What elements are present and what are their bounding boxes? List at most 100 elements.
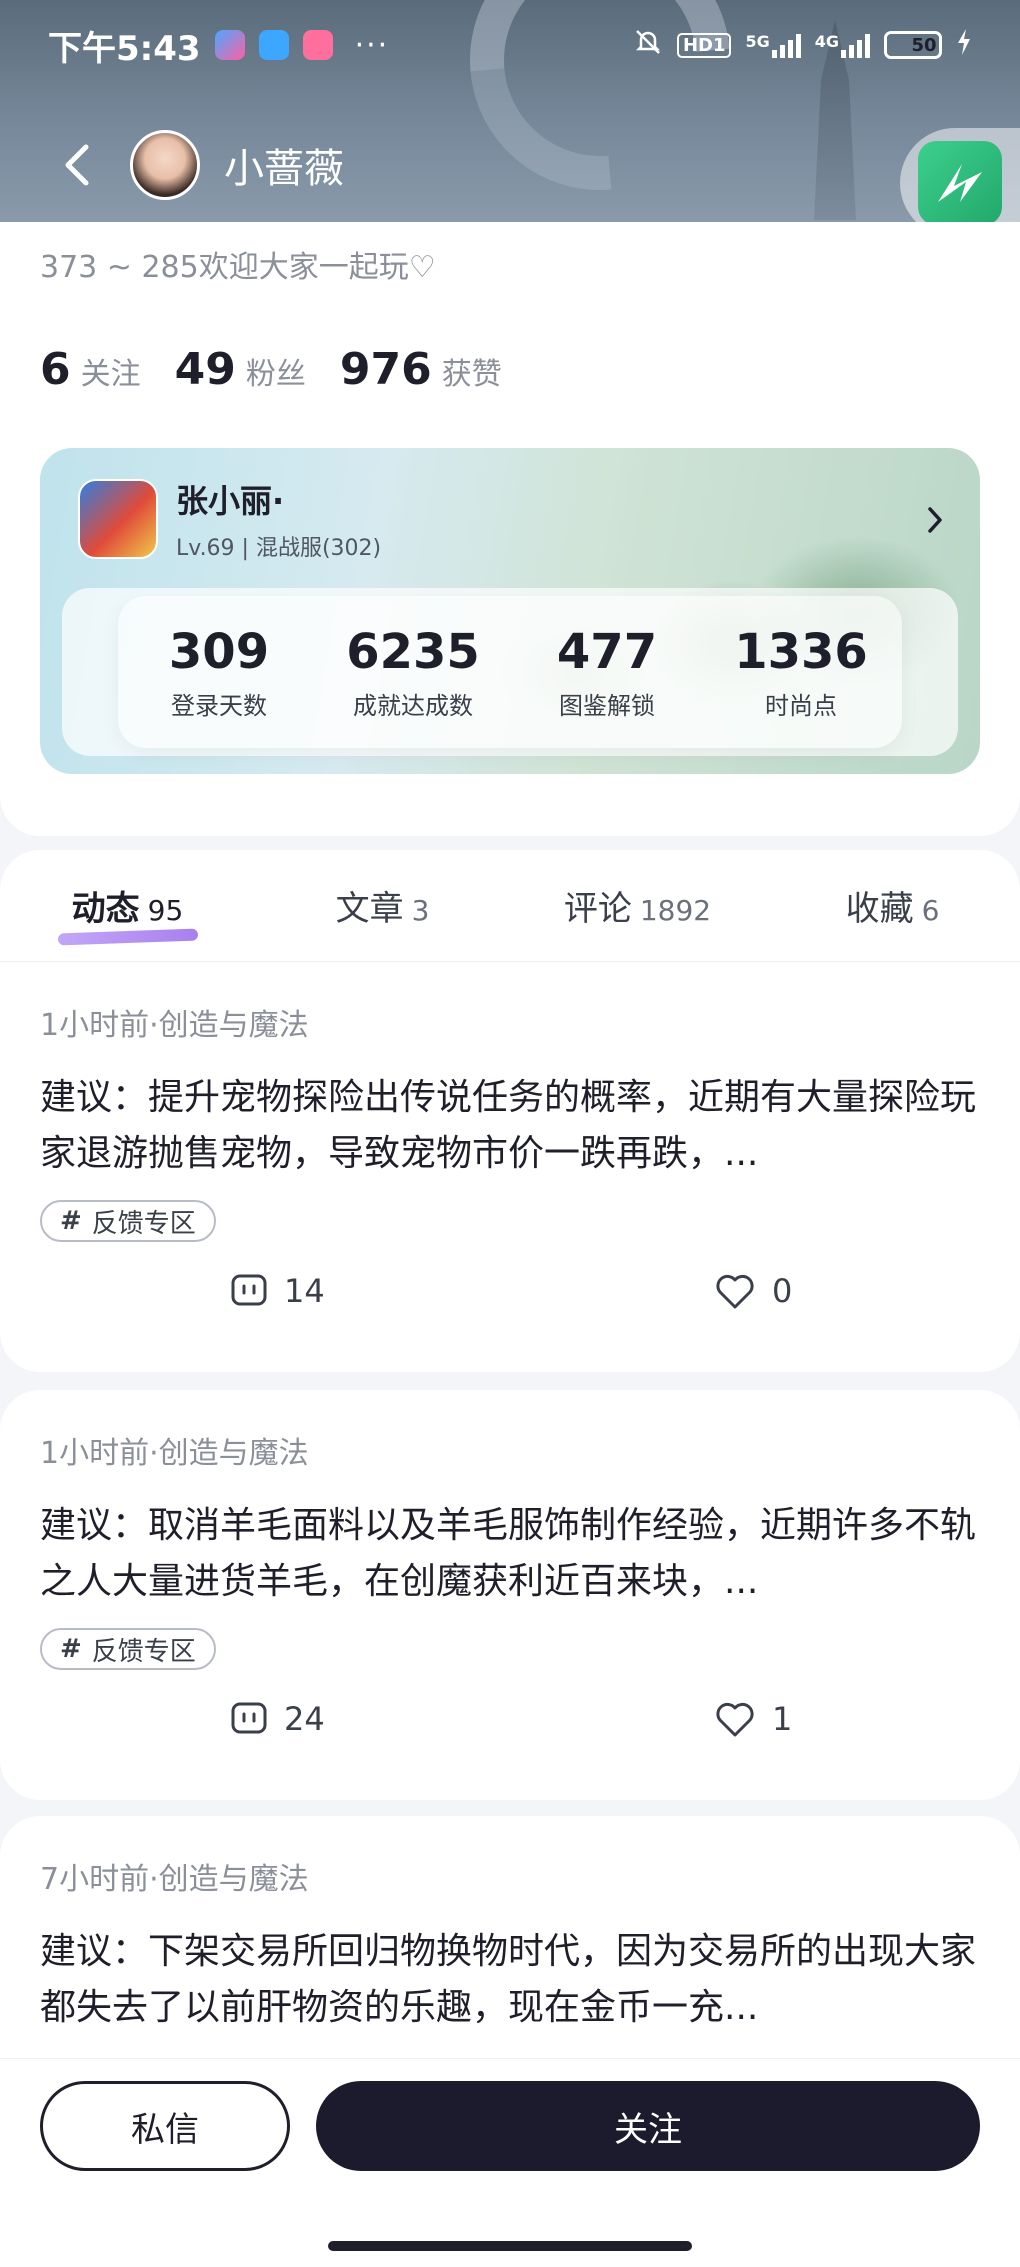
comment-icon [231,1274,267,1306]
hashtag-icon: # [60,1634,82,1664]
post-meta: 1小时前·创造与魔法 [40,1008,309,1043]
hd-badge: HD1 [676,32,732,58]
tab-count: 1892 [639,894,712,927]
game-stats-panel: 309 登录天数 6235 成就达成数 477 图鉴解锁 1336 时尚点 [62,588,958,756]
likes-count: 976 [339,344,432,395]
floating-shortcut-button[interactable] [900,128,1020,222]
back-button[interactable] [52,140,102,190]
game-stat-value: 1336 [734,623,868,680]
tab-count: 3 [411,894,430,927]
game-stat-login-days: 309 登录天数 [122,624,316,721]
post-text[interactable]: 建议：下架交易所回归物换物时代，因为交易所的出现大家都失去了以前肝物资的乐趣，现… [40,1924,980,2036]
more-notifications-icon: ··· [354,27,390,63]
username: 小蔷薇 [224,146,344,192]
battery-icon: 50 [884,31,942,59]
chevron-right-icon [926,506,944,538]
tab-comments[interactable]: 评论 1892 [510,881,765,930]
post-card[interactable]: 1小时前·创造与魔法 建议：取消羊毛面料以及羊毛服饰制作经验，近期许多不轨之人大… [0,1390,1020,1800]
game-stat-value: 477 [556,623,658,680]
network-label: 5G [745,32,770,51]
status-time: 下午5:43 [48,28,201,69]
comment-count: 14 [284,1272,325,1310]
signal-icon [841,32,870,58]
comment-button[interactable]: 24 [230,1700,325,1738]
app-notification-icon [302,30,333,60]
follow-button[interactable]: 关注 [316,2081,980,2171]
profile-nav: 小蔷薇 [0,122,1020,208]
post-actions: 24 1 [0,1700,1020,1760]
chevron-left-icon [65,144,89,186]
post-tag[interactable]: # 反馈专区 [40,1628,216,1670]
post-text[interactable]: 建议：提升宠物探险出传说任务的概率，近期有大量探险玩家退游抛售宠物，导致宠物市价… [40,1070,980,1182]
tab-count: 95 [147,894,184,927]
post-tag-label: 反馈专区 [91,1208,196,1239]
profile-bio: 373 ~ 285欢迎大家一起玩♡ [40,250,436,285]
heart-icon [716,1702,754,1737]
game-stat-label: 图鉴解锁 [559,691,655,720]
message-button[interactable]: 私信 [40,2081,290,2171]
tab-label: 收藏 [845,889,914,929]
tab-articles[interactable]: 文章 3 [255,881,510,930]
game-stat-codex: 477 图鉴解锁 [510,624,704,721]
like-count: 1 [772,1700,793,1738]
game-icon [78,479,158,559]
signal-5g: 5G [745,32,801,58]
app-notification-icon [258,30,289,60]
post-text[interactable]: 建议：取消羊毛面料以及羊毛服饰制作经验，近期许多不轨之人大量进货羊毛，在创魔获利… [40,1498,980,1610]
post-meta: 1小时前·创造与魔法 [40,1436,309,1471]
game-stat-fashion: 1336 时尚点 [704,624,898,721]
active-tab-indicator [57,928,199,946]
post-tag-label: 反馈专区 [91,1636,196,1667]
followers-label[interactable]: 粉丝 [246,349,306,393]
game-stat-label: 成就达成数 [353,691,473,720]
like-button[interactable]: 1 [714,1700,792,1738]
follow-stats: 6 关注 49 粉丝 976 获赞 [40,344,536,395]
hashtag-icon: # [60,1206,82,1236]
header-banner: 下午5:43 ··· HD1 5G 4G 50 小蔷薇 [0,0,1020,222]
post-card[interactable]: 7小时前·创造与魔法 建议：下架交易所回归物换物时代，因为交易所的出现大家都失去… [0,1816,1020,2076]
game-stat-value: 6235 [346,623,480,680]
tab-posts[interactable]: 动态 95 [0,881,255,946]
game-card[interactable]: 张小丽· Lv.69 | 混战服(302) 309 登录天数 6235 成就达成… [40,448,980,774]
charging-icon [956,29,972,61]
like-count: 0 [772,1272,793,1310]
bottom-action-bar: 私信 关注 [0,2058,1020,2267]
comment-icon [231,1702,267,1734]
app-notification-icon [214,30,245,60]
game-card-header: 张小丽· Lv.69 | 混战服(302) [78,476,381,562]
tab-label: 动态 [71,889,140,929]
content-tabs: 动态 95 文章 3 评论 1892 收藏 6 [0,850,1020,962]
comment-count: 24 [284,1700,325,1738]
post-meta: 7小时前·创造与魔法 [40,1862,309,1897]
home-indicator[interactable] [328,2241,692,2251]
comment-button[interactable]: 14 [230,1272,325,1310]
following-label[interactable]: 关注 [81,349,141,393]
post-tag[interactable]: # 反馈专区 [40,1200,216,1242]
following-count[interactable]: 6 [40,344,71,395]
game-stat-label: 登录天数 [171,691,267,720]
followers-count[interactable]: 49 [175,344,236,395]
signal-icon [771,32,801,58]
heart-icon [716,1274,754,1309]
status-bar: 下午5:43 ··· HD1 5G 4G 50 [0,0,1020,90]
app-logo-icon [918,141,1002,222]
game-stat-achievements: 6235 成就达成数 [316,624,510,721]
like-button[interactable]: 0 [714,1272,792,1310]
game-character-name: 张小丽· [176,482,285,520]
game-character-level: Lv.69 | 混战服(302) [176,536,382,561]
tab-favorites[interactable]: 收藏 6 [765,881,1020,930]
tab-label: 文章 [335,889,404,929]
profile-section: 373 ~ 285欢迎大家一起玩♡ 6 关注 49 粉丝 976 获赞 张小丽·… [0,222,1020,836]
mute-icon [633,27,663,63]
signal-4g: 4G [815,32,870,58]
avatar[interactable] [130,130,200,200]
likes-label: 获赞 [441,357,502,392]
battery-level: 50 [911,34,937,56]
game-stat-value: 309 [168,623,270,680]
network-label: 4G [814,32,839,51]
post-card[interactable]: 1小时前·创造与魔法 建议：提升宠物探险出传说任务的概率，近期有大量探险玩家退游… [0,962,1020,1372]
tab-label: 评论 [563,889,632,929]
post-actions: 14 0 [0,1272,1020,1332]
tab-count: 6 [921,894,940,927]
game-stat-label: 时尚点 [765,691,837,720]
